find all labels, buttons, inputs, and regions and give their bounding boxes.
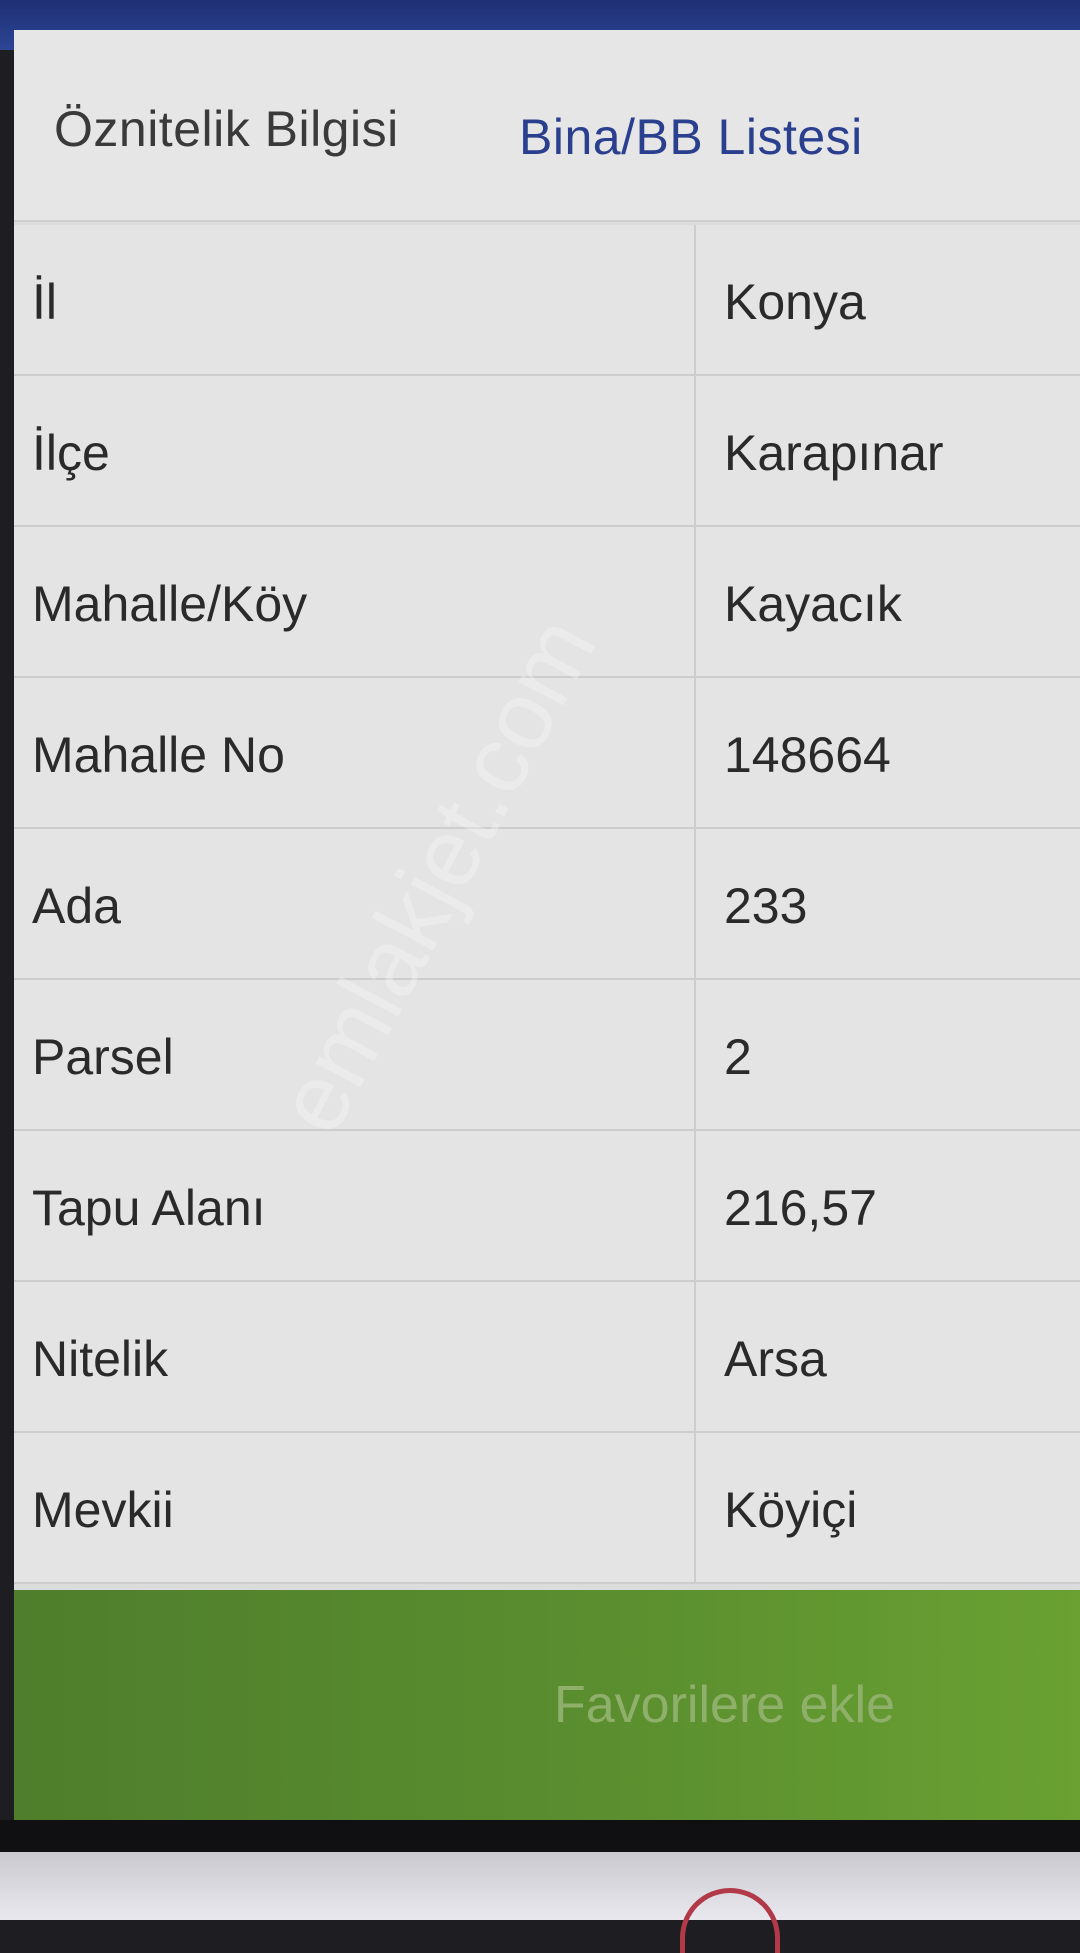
row-value: 216,57 bbox=[724, 1180, 877, 1236]
app-screen: Öznitelik Bilgisi Bina/BB Listesi İl Kon… bbox=[14, 30, 1080, 1820]
table-row: Ada 233 bbox=[14, 829, 1080, 980]
table-row: İl Konya bbox=[14, 225, 1080, 376]
row-value: Köyiçi bbox=[724, 1482, 858, 1538]
row-value: Arsa bbox=[724, 1331, 827, 1387]
tab-building-list[interactable]: Bina/BB Listesi bbox=[519, 108, 863, 166]
add-to-favorites-button[interactable]: Favorilere ekle bbox=[14, 1590, 1080, 1820]
table-row: Mevkii Köyiçi bbox=[14, 1433, 1080, 1584]
table-row: Parsel 2 bbox=[14, 980, 1080, 1131]
row-label: Mahalle No bbox=[32, 727, 285, 783]
row-value: Konya bbox=[724, 274, 866, 330]
row-value: 233 bbox=[724, 878, 808, 934]
table-row: Mahalle/Köy Kayacık bbox=[14, 527, 1080, 678]
row-label: Ada bbox=[32, 878, 121, 934]
tab-bar: Öznitelik Bilgisi Bina/BB Listesi bbox=[14, 30, 1080, 222]
table-row: İlçe Karapınar bbox=[14, 376, 1080, 527]
table-row: Nitelik Arsa bbox=[14, 1282, 1080, 1433]
attribute-table: İl Konya İlçe Karapınar Mahalle/Köy Kaya… bbox=[14, 225, 1080, 1584]
device-surface bbox=[0, 1852, 1080, 1920]
row-label: İlçe bbox=[32, 425, 110, 481]
row-label: Mahalle/Köy bbox=[32, 576, 308, 632]
row-value: 148664 bbox=[724, 727, 891, 783]
row-value: Kayacık bbox=[724, 576, 902, 632]
row-value: Karapınar bbox=[724, 425, 944, 481]
row-label: Parsel bbox=[32, 1029, 174, 1085]
add-to-favorites-label: Favorilere ekle bbox=[554, 1676, 896, 1734]
row-value: 2 bbox=[724, 1029, 752, 1085]
row-label: Nitelik bbox=[32, 1331, 169, 1387]
row-label: Tapu Alanı bbox=[32, 1180, 266, 1236]
table-row: Tapu Alanı 216,57 bbox=[14, 1131, 1080, 1282]
tab-attribute-info[interactable]: Öznitelik Bilgisi bbox=[54, 100, 399, 158]
row-label: İl bbox=[32, 274, 57, 330]
row-label: Mevkii bbox=[32, 1482, 174, 1538]
table-row: Mahalle No 148664 bbox=[14, 678, 1080, 829]
